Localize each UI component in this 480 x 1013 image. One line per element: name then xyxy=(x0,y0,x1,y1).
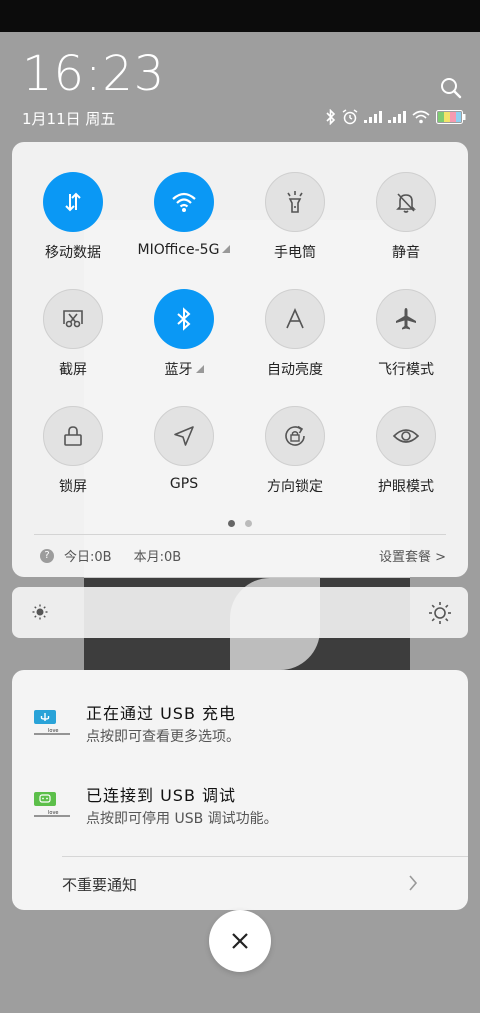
divider xyxy=(62,856,468,857)
bluetooth-label: 蓝牙 xyxy=(164,362,193,378)
screenshot-toggle[interactable] xyxy=(43,289,103,349)
tile-gps[interactable]: GPS xyxy=(134,406,234,492)
usb-charging-icon: love xyxy=(34,710,70,735)
tile-label: 截屏 xyxy=(59,362,87,378)
notification-usb-debug[interactable]: love 已连接到 USB 调试 点按即可停用 USB 调试功能。 xyxy=(12,780,468,840)
chevron-right-icon[interactable] xyxy=(408,874,418,892)
bluetooth-status-icon xyxy=(326,109,336,125)
quick-settings-panel: 移动数据 MIOffice-5G 手电筒 静音 截屏 蓝牙 自动亮度 飞行模式 … xyxy=(12,142,468,577)
notification-title: 已连接到 USB 调试 xyxy=(86,786,237,805)
brightness-slider[interactable] xyxy=(12,587,468,638)
status-icons xyxy=(326,108,466,126)
tile-label: 护眼模式 xyxy=(378,479,434,495)
wifi-network-name: MIOffice-5G xyxy=(137,242,220,258)
wifi-status-icon xyxy=(412,110,430,124)
svg-text:love: love xyxy=(48,728,58,734)
expand-caret-icon[interactable] xyxy=(222,245,231,253)
tile-label: 自动亮度 xyxy=(267,362,323,378)
screenshot-icon xyxy=(63,310,83,328)
tile-wifi[interactable]: MIOffice-5G xyxy=(134,172,234,258)
signal-icon-2 xyxy=(388,111,406,123)
page-dot xyxy=(245,520,252,527)
alarm-icon xyxy=(342,109,358,125)
tile-label: MIOffice-5G xyxy=(134,242,234,258)
auto-brightness-icon xyxy=(286,308,304,329)
top-black-bar xyxy=(0,0,480,32)
tile-label: 方向锁定 xyxy=(267,479,323,495)
expand-caret-icon[interactable] xyxy=(195,365,204,373)
mobile-data-icon xyxy=(65,192,81,212)
notification-usb-charging[interactable]: love 正在通过 USB 充电 点按即可查看更多选项。 xyxy=(12,698,468,758)
mobile-data-toggle[interactable] xyxy=(43,172,103,232)
tile-label: 移动数据 xyxy=(45,245,101,261)
set-plan-link[interactable]: 设置套餐 > xyxy=(379,546,446,565)
wifi-icon xyxy=(172,192,196,212)
tile-lock-screen[interactable]: 锁屏 xyxy=(23,406,123,496)
tile-label: 手电筒 xyxy=(274,245,316,261)
lock-icon xyxy=(64,426,82,446)
eye-icon xyxy=(392,429,420,443)
bluetooth-toggle[interactable] xyxy=(154,289,214,349)
tile-label: 锁屏 xyxy=(59,479,87,495)
rotation-lock-toggle[interactable] xyxy=(265,406,325,466)
signal-icon-1 xyxy=(364,111,382,123)
flashlight-toggle[interactable] xyxy=(265,172,325,232)
clear-all-button[interactable] xyxy=(209,910,271,972)
flashlight-icon xyxy=(287,191,303,213)
tile-auto-brightness[interactable]: 自动亮度 xyxy=(245,289,345,379)
svg-text:love: love xyxy=(48,810,58,816)
clock: 16:23 xyxy=(22,46,166,102)
eye-protection-toggle[interactable] xyxy=(376,406,436,466)
data-usage[interactable]: ? 今日:0B 本月:0B xyxy=(40,546,181,565)
bluetooth-icon xyxy=(177,307,191,331)
tile-label: 蓝牙 xyxy=(134,359,234,379)
page-dot-active xyxy=(228,520,235,527)
search-icon[interactable] xyxy=(440,77,462,99)
tile-eye-protection[interactable]: 护眼模式 xyxy=(356,406,456,496)
notification-subtitle: 点按即可停用 USB 调试功能。 xyxy=(86,811,278,827)
notification-subtitle: 点按即可查看更多选项。 xyxy=(86,729,240,745)
page-indicator xyxy=(228,520,252,527)
airplane-toggle[interactable] xyxy=(376,289,436,349)
tile-screenshot[interactable]: 截屏 xyxy=(23,289,123,379)
rotation-lock-icon xyxy=(285,425,305,446)
tile-flashlight[interactable]: 手电筒 xyxy=(245,172,345,262)
wifi-toggle[interactable] xyxy=(154,172,214,232)
tile-airplane[interactable]: 飞行模式 xyxy=(356,289,456,379)
date: 1月11日 周五 xyxy=(22,110,116,128)
usage-month: 本月:0B xyxy=(133,550,182,565)
help-icon: ? xyxy=(40,548,54,563)
divider xyxy=(34,534,446,535)
lock-screen-toggle[interactable] xyxy=(43,406,103,466)
gps-toggle[interactable] xyxy=(154,406,214,466)
tile-mobile-data[interactable]: 移动数据 xyxy=(23,172,123,262)
close-icon xyxy=(232,933,248,949)
notification-title: 正在通过 USB 充电 xyxy=(86,704,237,723)
tile-mute[interactable]: 静音 xyxy=(356,172,456,262)
airplane-icon xyxy=(396,308,416,330)
auto-brightness-toggle[interactable] xyxy=(265,289,325,349)
tile-label: 飞行模式 xyxy=(378,362,434,378)
mute-bell-icon xyxy=(396,193,416,213)
brightness-high-icon xyxy=(429,602,451,624)
tile-label: GPS xyxy=(169,476,199,492)
gps-icon xyxy=(174,426,194,446)
brightness-low-icon xyxy=(32,604,48,620)
usb-debug-icon: love xyxy=(34,792,70,817)
tile-rotation-lock[interactable]: 方向锁定 xyxy=(245,406,345,496)
mute-toggle[interactable] xyxy=(376,172,436,232)
tile-label: 静音 xyxy=(392,245,420,261)
tile-bluetooth[interactable]: 蓝牙 xyxy=(134,289,234,379)
battery-icon xyxy=(436,110,466,124)
notification-panel: love 正在通过 USB 充电 点按即可查看更多选项。 love 已连接到 U… xyxy=(12,670,468,910)
usage-today: 今日:0B xyxy=(64,550,112,565)
unimportant-notifications-label[interactable]: 不重要通知 xyxy=(62,874,137,895)
